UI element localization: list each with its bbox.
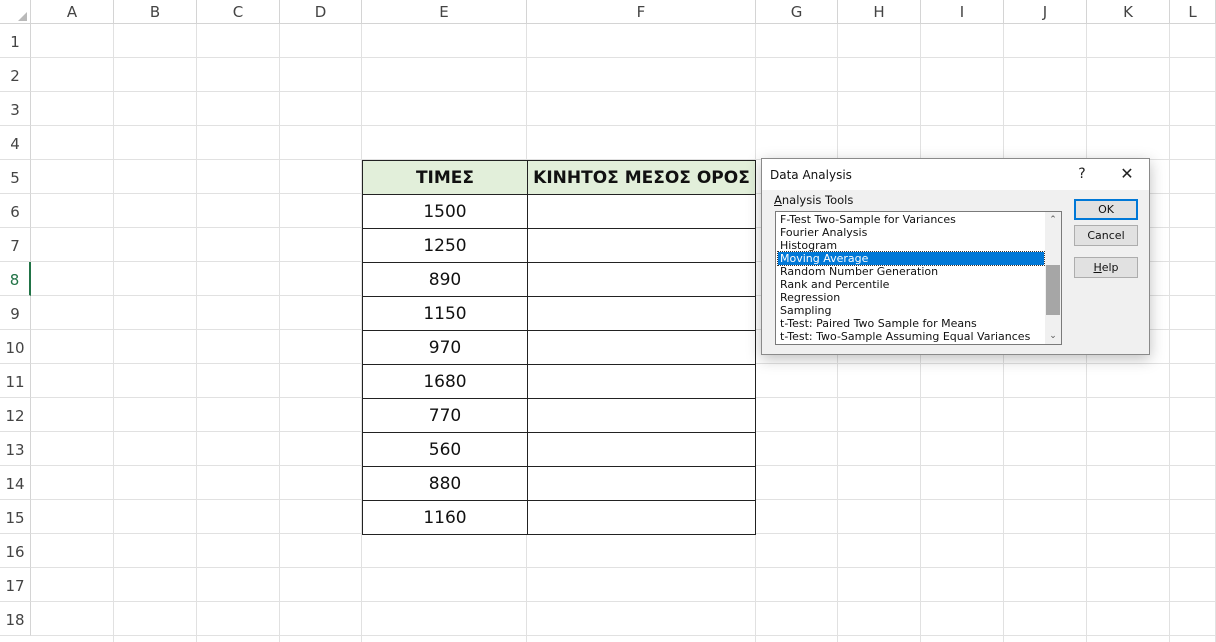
cancel-button[interactable]: Cancel xyxy=(1074,225,1138,246)
row-header-12[interactable]: 12 xyxy=(0,398,31,432)
analysis-tools-listbox[interactable]: F-Test Two-Sample for Variances Fourier A… xyxy=(775,211,1062,345)
moving-average-cell[interactable] xyxy=(527,432,756,467)
row-header-5[interactable]: 5 xyxy=(0,160,31,194)
analysis-tools-label-text: nalysis Tools xyxy=(781,193,854,207)
row-header-14[interactable]: 14 xyxy=(0,466,31,500)
row-header-16[interactable]: 16 xyxy=(0,534,31,568)
gridline-horizontal xyxy=(31,91,1216,92)
moving-average-cell[interactable] xyxy=(527,364,756,399)
ok-button[interactable]: OK xyxy=(1074,199,1138,220)
gridline-vertical xyxy=(1169,24,1170,642)
row-header-6[interactable]: 6 xyxy=(0,194,31,228)
gridline-vertical xyxy=(196,24,197,642)
help-button[interactable]: Help xyxy=(1074,257,1138,278)
column-header-b[interactable]: B xyxy=(114,0,197,24)
column-header-h[interactable]: H xyxy=(838,0,921,24)
moving-average-cell[interactable] xyxy=(527,466,756,501)
analysis-tool-item[interactable]: Rank and Percentile xyxy=(778,278,1044,291)
row-header-10[interactable]: 10 xyxy=(0,330,31,364)
scrollbar-thumb[interactable] xyxy=(1046,265,1060,315)
moving-average-cell[interactable] xyxy=(527,330,756,365)
moving-average-cell[interactable] xyxy=(527,228,756,263)
header-moving-average[interactable]: ΚΙΝΗΤΟΣ ΜΕΣΟΣ ΟΡΟΣ xyxy=(527,160,756,195)
column-header-e[interactable]: E xyxy=(362,0,527,24)
close-icon[interactable]: ✕ xyxy=(1117,164,1137,184)
moving-average-cell[interactable] xyxy=(527,398,756,433)
scroll-down-icon[interactable]: ⌄ xyxy=(1045,328,1061,344)
row-header-9[interactable]: 9 xyxy=(0,296,31,330)
analysis-tool-item[interactable]: t-Test: Paired Two Sample for Means xyxy=(778,317,1044,330)
column-header-row: ABCDEFGHIJKL xyxy=(0,0,1216,24)
row-header-8[interactable]: 8 xyxy=(0,262,31,296)
price-cell[interactable]: 560 xyxy=(362,432,528,467)
column-header-l[interactable]: L xyxy=(1170,0,1216,24)
gridline-horizontal xyxy=(31,635,1216,636)
analysis-tool-item[interactable]: Moving Average xyxy=(777,251,1045,266)
select-all-triangle-icon xyxy=(18,12,27,21)
price-cell[interactable]: 880 xyxy=(362,466,528,501)
column-header-g[interactable]: G xyxy=(756,0,838,24)
analysis-tool-item[interactable]: Sampling xyxy=(778,304,1044,317)
help-button-text: elp xyxy=(1101,261,1119,274)
moving-average-cell[interactable] xyxy=(527,262,756,297)
analysis-tool-item[interactable]: Fourier Analysis xyxy=(778,226,1044,239)
column-header-c[interactable]: C xyxy=(197,0,280,24)
analysis-tools-label: Analysis Tools xyxy=(774,193,853,207)
column-header-a[interactable]: A xyxy=(31,0,114,24)
price-cell[interactable]: 770 xyxy=(362,398,528,433)
price-cell[interactable]: 890 xyxy=(362,262,528,297)
header-prices[interactable]: ΤΙΜΕΣ xyxy=(362,160,528,195)
price-cell[interactable]: 1150 xyxy=(362,296,528,331)
analysis-tool-item[interactable]: Regression xyxy=(778,291,1044,304)
analysis-tool-item[interactable]: F-Test Two-Sample for Variances xyxy=(778,213,1044,226)
help-question-icon[interactable]: ? xyxy=(1074,164,1090,184)
price-cell[interactable]: 1160 xyxy=(362,500,528,535)
select-all-corner[interactable] xyxy=(0,0,31,24)
row-header-1[interactable]: 1 xyxy=(0,24,31,58)
analysis-tool-item[interactable]: Random Number Generation xyxy=(778,265,1044,278)
row-header-11[interactable]: 11 xyxy=(0,364,31,398)
row-header-17[interactable]: 17 xyxy=(0,568,31,602)
moving-average-cell[interactable] xyxy=(527,500,756,535)
analysis-tools-label-accelerator: A xyxy=(774,193,782,207)
help-button-accelerator: H xyxy=(1093,261,1102,274)
gridline-vertical xyxy=(113,24,114,642)
dialog-titlebar[interactable]: Data Analysis ? ✕ xyxy=(762,159,1149,190)
gridline-vertical xyxy=(279,24,280,642)
row-header-15[interactable]: 15 xyxy=(0,500,31,534)
price-cell[interactable]: 1500 xyxy=(362,194,528,229)
moving-average-cell[interactable] xyxy=(527,296,756,331)
dialog-title: Data Analysis xyxy=(770,168,852,182)
price-cell[interactable]: 970 xyxy=(362,330,528,365)
row-header-7[interactable]: 7 xyxy=(0,228,31,262)
column-header-d[interactable]: D xyxy=(280,0,362,24)
column-header-f[interactable]: F xyxy=(527,0,756,24)
row-header-2[interactable]: 2 xyxy=(0,58,31,92)
analysis-tool-item[interactable]: Histogram xyxy=(778,239,1044,252)
price-cell[interactable]: 1680 xyxy=(362,364,528,399)
column-header-k[interactable]: K xyxy=(1087,0,1170,24)
analysis-tool-item[interactable]: t-Test: Two-Sample Assuming Equal Varian… xyxy=(778,330,1044,343)
column-header-j[interactable]: J xyxy=(1004,0,1087,24)
row-header-18[interactable]: 18 xyxy=(0,602,31,636)
row-header-4[interactable]: 4 xyxy=(0,126,31,160)
row-header-3[interactable]: 3 xyxy=(0,92,31,126)
gridline-horizontal xyxy=(31,125,1216,126)
gridline-horizontal xyxy=(31,57,1216,58)
moving-average-cell[interactable] xyxy=(527,194,756,229)
row-header-13[interactable]: 13 xyxy=(0,432,31,466)
listbox-scrollbar[interactable]: ⌃ ⌄ xyxy=(1045,212,1061,344)
gridline-horizontal xyxy=(31,601,1216,602)
data-analysis-dialog: Data Analysis ? ✕ Analysis Tools F-Test … xyxy=(761,158,1150,355)
scroll-up-icon[interactable]: ⌃ xyxy=(1045,212,1061,228)
price-cell[interactable]: 1250 xyxy=(362,228,528,263)
gridline-horizontal xyxy=(31,567,1216,568)
column-header-i[interactable]: I xyxy=(921,0,1004,24)
